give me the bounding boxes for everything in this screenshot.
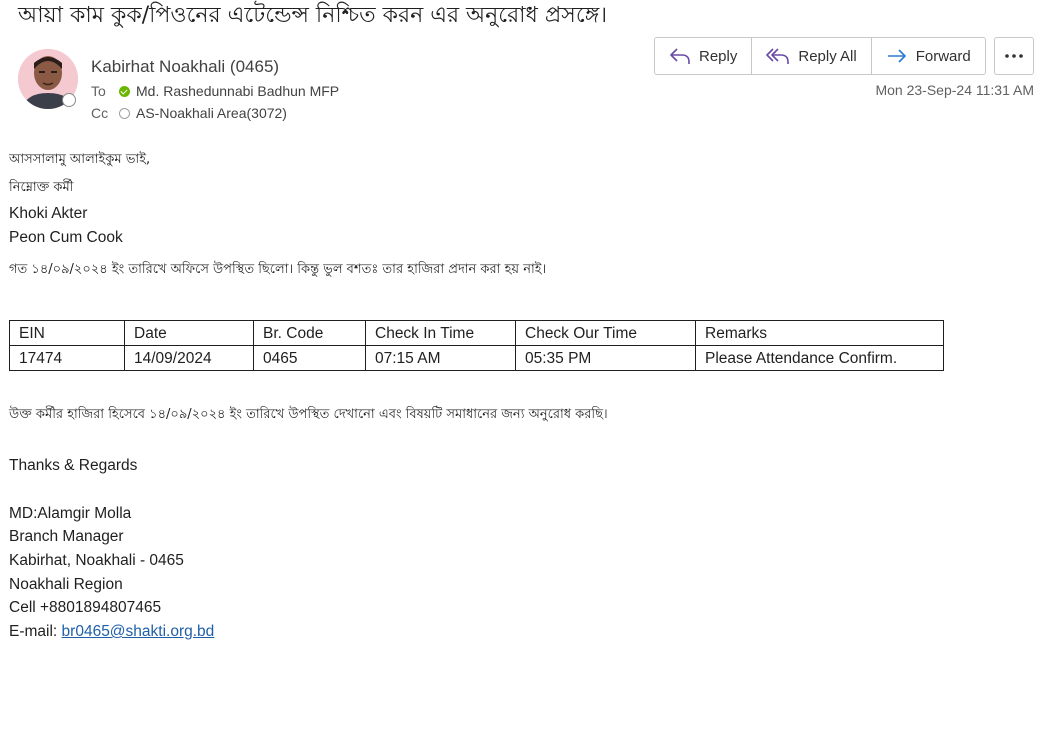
table-cell: Please Attendance Confirm.: [695, 345, 944, 371]
forward-label: Forward: [915, 47, 971, 65]
signature-email-label: E-mail:: [9, 623, 62, 640]
employee-name: Khoki Akter: [9, 205, 88, 222]
table-header-cell: Date: [124, 320, 254, 346]
body-line-employee-intro: নিম্নোক্ত কর্মী: [9, 180, 74, 195]
table-header-row: EIN Date Br. Code Check In Time Check Ou…: [9, 320, 944, 346]
table-cell: 0465: [253, 345, 366, 371]
presence-offline-icon: [62, 93, 76, 107]
received-datetime: Mon 23-Sep-24 11:31 AM: [875, 82, 1034, 98]
signature-title: Branch Manager: [9, 528, 124, 545]
presence-available-icon: [119, 85, 130, 97]
cc-recipient[interactable]: AS-Noakhali Area(3072): [136, 105, 287, 121]
to-recipient[interactable]: Md. Rashedunnabi Badhun MFP: [136, 83, 339, 99]
more-options-icon: [1005, 54, 1023, 58]
signature-email-link[interactable]: br0465@shakti.org.bd: [62, 623, 215, 640]
reply-all-icon: [766, 48, 790, 64]
reply-button[interactable]: Reply: [655, 38, 753, 74]
forward-button[interactable]: Forward: [872, 38, 985, 74]
table-header-cell: Remarks: [695, 320, 944, 346]
employee-role: Peon Cum Cook: [9, 229, 123, 246]
table-row: 17474 14/09/2024 0465 07:15 AM 05:35 PM …: [9, 345, 944, 371]
reply-label: Reply: [699, 47, 738, 65]
signature-name: MD:Alamgir Molla: [9, 505, 132, 522]
presence-offline-icon: [119, 107, 130, 119]
table-header-cell: Check In Time: [365, 320, 516, 346]
signature-branch: Kabirhat, Noakhali - 0465: [9, 552, 184, 569]
table-cell: 07:15 AM: [365, 345, 516, 371]
reply-all-label: Reply All: [798, 47, 857, 65]
signature-email-row: E-mail: br0465@shakti.org.bd: [9, 623, 214, 641]
forward-icon: [887, 49, 906, 63]
table-header-cell: Check Our Time: [515, 320, 696, 346]
cc-label: Cc: [91, 105, 109, 121]
reply-all-button[interactable]: Reply All: [752, 38, 872, 74]
message-actions-toolbar: Reply Reply All Forward: [654, 37, 986, 75]
closing-text: Thanks & Regards: [9, 457, 138, 474]
signature-region: Noakhali Region: [9, 576, 123, 593]
reply-icon: [670, 48, 690, 64]
table-cell: 14/09/2024: [124, 345, 254, 371]
body-line-attendance: গত ১৪/০৯/২০২৪ ইং তারিখে অফিসে উপস্থিত ছি…: [9, 262, 547, 277]
to-label: To: [91, 83, 106, 99]
to-row: To Md. Rashedunnabi Badhun MFP: [91, 83, 339, 99]
table-cell: 17474: [9, 345, 125, 371]
body-greeting: আসসালামু আলাইকুম ভাই,: [9, 152, 151, 167]
attendance-table: EIN Date Br. Code Check In Time Check Ou…: [9, 320, 944, 371]
more-options-button[interactable]: [994, 37, 1034, 75]
body-request-line: উক্ত কর্মীর হাজিরা হিসেবে ১৪/০৯/২০২৪ ইং …: [9, 407, 608, 422]
email-subject: আয়া কাম কুক/পিওনের এটেন্ডেন্স নিশ্চিত ক…: [18, 3, 608, 28]
cc-row: Cc AS-Noakhali Area(3072): [91, 105, 287, 121]
signature-cell: Cell +8801894807465: [9, 599, 162, 616]
table-header-cell: EIN: [9, 320, 125, 346]
table-cell: 05:35 PM: [515, 345, 696, 371]
sender-name[interactable]: Kabirhat Noakhali (0465): [91, 57, 279, 77]
table-header-cell: Br. Code: [253, 320, 366, 346]
